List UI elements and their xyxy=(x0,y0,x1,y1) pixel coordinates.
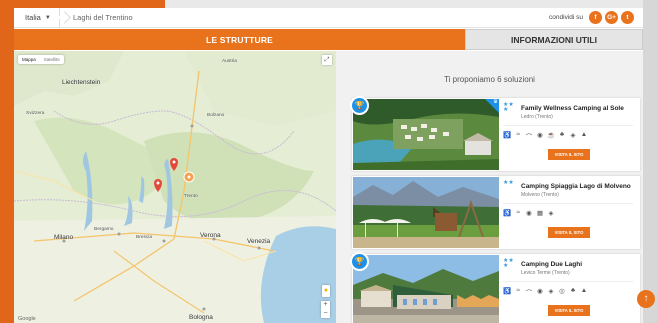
camping-photo[interactable]: ♛ xyxy=(353,99,499,170)
wifi-icon: ◉ xyxy=(537,288,543,295)
twitter-icon[interactable]: t xyxy=(621,11,634,24)
accessible-icon: ♿ xyxy=(503,132,512,139)
pets-icon: ◈ xyxy=(570,132,576,139)
content-panel: Italia ▼ Laghi del Trentino condividi su… xyxy=(14,7,643,323)
camping-photo[interactable] xyxy=(353,255,499,323)
amenities-list: ♿ ≈ ◉ ▦ ◈ xyxy=(503,209,555,217)
camping-photo[interactable] xyxy=(353,177,499,248)
tab-bar: LE STRUTTURE INFORMAZIONI UTILI xyxy=(14,29,643,50)
map-label: Bologna xyxy=(189,314,213,321)
pool-icon: ≈ xyxy=(516,287,520,294)
arrow-up-icon: ↑ xyxy=(643,293,649,304)
tab-useful-info[interactable]: INFORMAZIONI UTILI xyxy=(465,29,643,50)
kids-club-icon: ♣ xyxy=(559,131,565,138)
google-logo: Google xyxy=(18,316,36,322)
map-label: Bergamo xyxy=(94,227,114,232)
map-label: Austria xyxy=(222,59,237,64)
shop-icon: ▲ xyxy=(580,131,588,138)
trophy-icon: 🏆 xyxy=(350,96,369,115)
map-type-control: Mappa Satellite xyxy=(18,55,64,64)
rating-stars: ★★ ★ xyxy=(503,258,514,269)
chevron-down-icon: ▼ xyxy=(44,14,51,21)
card-info: ★★ ★ Camping Due Laghi Levico Terme (Tren… xyxy=(503,254,640,323)
rating-stars: ★★ xyxy=(503,180,514,186)
amenities-list: ♿ ≈ ⌒ ◉ ☕ ♣ ◈ ▲ xyxy=(503,131,588,141)
wifi-icon: ◉ xyxy=(537,132,543,139)
page-background-right xyxy=(643,0,657,323)
camping-name[interactable]: Camping Due Laghi xyxy=(521,261,582,268)
map-label: Svizzera xyxy=(26,111,45,116)
visit-site-button[interactable]: VISITA IL SITO xyxy=(548,149,590,160)
kids-club-icon: ♣ xyxy=(570,287,576,294)
camping-name[interactable]: Camping Spiaggia Lago di Molveno xyxy=(521,183,631,190)
pets-icon: ◈ xyxy=(548,210,554,217)
breadcrumb-separator xyxy=(60,8,69,28)
map-cluster-marker[interactable] xyxy=(183,171,195,183)
street-view-icon[interactable]: ● xyxy=(322,285,330,297)
fullscreen-icon[interactable]: ⤢ xyxy=(322,55,332,65)
country-label: Italia xyxy=(25,13,41,22)
trophy-icon: 🏆 xyxy=(350,252,369,271)
beach-icon: ⌒ xyxy=(525,134,533,141)
tab-structures[interactable]: LE STRUTTURE xyxy=(14,29,465,50)
map-label: Bolzano xyxy=(207,113,225,118)
pool-icon: ≈ xyxy=(516,209,520,216)
divider xyxy=(503,125,633,126)
page-background-accent xyxy=(0,0,14,323)
amenities-list: ♿ ≈ ⌒ ◉ ◈ ◎ ♣ ▲ xyxy=(503,287,588,297)
map-canvas xyxy=(14,51,336,323)
rating-stars: ★★ ★ xyxy=(503,102,514,113)
card-info: ★★ Camping Spiaggia Lago di Molveno Molv… xyxy=(503,176,640,249)
map-type-satellite-button[interactable]: Satellite xyxy=(40,55,64,64)
visit-site-button[interactable]: VISITA IL SITO xyxy=(548,227,590,238)
grid-icon: ▦ xyxy=(536,210,544,217)
camping-name[interactable]: Family Wellness Camping al Sole xyxy=(521,105,624,112)
divider xyxy=(503,281,633,282)
breadcrumb: Italia ▼ Laghi del Trentino condividi su… xyxy=(14,7,643,28)
camping-location: Molveno (Trento) xyxy=(521,192,559,198)
zoom-out-button[interactable]: − xyxy=(323,310,327,318)
map-label: Venezia xyxy=(247,238,271,245)
pool-icon: ≈ xyxy=(516,131,520,138)
accessible-icon: ♿ xyxy=(503,210,512,217)
country-selector[interactable]: Italia ▼ xyxy=(14,7,60,28)
share-bar: condividi su f G+ t xyxy=(549,11,634,24)
google-plus-icon[interactable]: G+ xyxy=(605,11,618,24)
zoom-control: + − xyxy=(321,301,330,318)
map-label: Verona xyxy=(200,232,221,239)
map-label: Trento xyxy=(184,194,198,199)
map-type-map-button[interactable]: Mappa xyxy=(18,55,40,64)
wifi-icon: ◉ xyxy=(526,210,532,217)
award-icon: ♛ xyxy=(493,99,498,105)
camping-location: Levico Terme (Trento) xyxy=(521,270,570,276)
accessible-icon: ♿ xyxy=(503,288,512,295)
scroll-to-top-button[interactable]: ↑ xyxy=(637,290,655,308)
facebook-icon[interactable]: f xyxy=(589,11,602,24)
restaurant-icon: ☕ xyxy=(547,132,556,139)
shop-icon: ▲ xyxy=(580,287,588,294)
map-label: Brescia xyxy=(136,235,152,240)
results-panel: Ti proponiamo 6 soluzioni ♛ 🏆 ★★ ★ Famil… xyxy=(336,51,643,323)
divider xyxy=(503,203,633,204)
pets-icon: ◈ xyxy=(548,288,554,295)
result-card: ★★ Camping Spiaggia Lago di Molveno Molv… xyxy=(352,176,640,249)
results-title: Ti proponiamo 6 soluzioni xyxy=(444,75,535,84)
camping-location: Ledro (Trento) xyxy=(521,114,553,120)
zoom-in-button[interactable]: + xyxy=(323,301,327,309)
map-label: Milano xyxy=(54,234,74,241)
card-info: ★★ ★ Family Wellness Camping al Sole Ledr… xyxy=(503,98,640,171)
share-label: condividi su xyxy=(549,14,583,21)
map[interactable]: Liechtenstein Austria Svizzera Bolzano T… xyxy=(14,51,336,323)
breadcrumb-current[interactable]: Laghi del Trentino xyxy=(69,13,133,22)
visit-site-button[interactable]: VISITA IL SITO xyxy=(548,305,590,316)
spa-icon: ◎ xyxy=(559,288,565,295)
result-card: ♛ 🏆 ★★ ★ Family Wellness Camping al Sole … xyxy=(350,96,640,171)
map-label: Liechtenstein xyxy=(62,79,101,86)
result-card: 🏆 ★★ ★ Camping Due Laghi Levico Terme (Tr… xyxy=(350,252,640,323)
beach-icon: ⌒ xyxy=(525,290,533,297)
